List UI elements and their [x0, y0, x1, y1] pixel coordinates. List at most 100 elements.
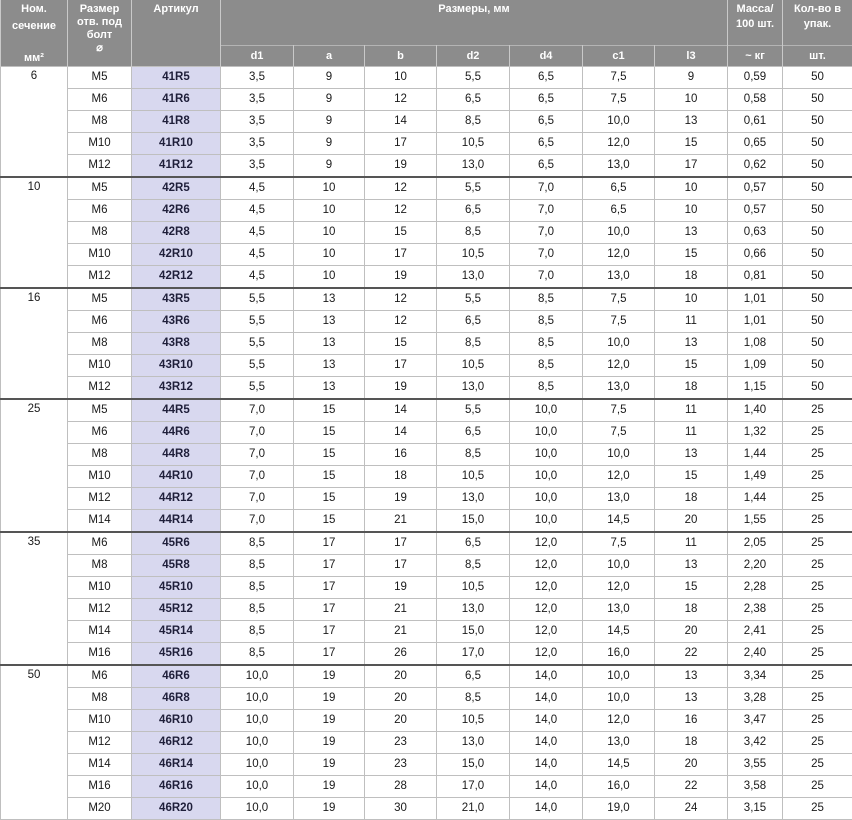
d2-cell: 15,0 [436, 753, 510, 776]
article-cell: 44R6 [131, 421, 221, 444]
bolt-size-cell: M10 [67, 709, 132, 732]
bolt-size-cell: M8 [67, 443, 132, 466]
bolt-size-cell: M12 [67, 265, 132, 289]
qty-cell: 50 [782, 310, 852, 333]
bolt-header-line2: отв. под [77, 16, 122, 28]
bolt-size-cell: M6 [67, 199, 132, 222]
d4-cell: 14,0 [509, 664, 583, 688]
article-cell: 43R8 [131, 332, 221, 355]
dim-col-a: a [293, 45, 365, 67]
l3-cell: 18 [654, 598, 728, 621]
mass-cell: 1,08 [727, 332, 783, 355]
article-cell: 46R10 [131, 709, 221, 732]
article-cell: 42R5 [131, 176, 221, 200]
l3-cell: 11 [654, 421, 728, 444]
d1-cell: 10,0 [220, 797, 294, 820]
section-header-line1: Ном. [21, 3, 47, 15]
d1-cell: 8,5 [220, 642, 294, 666]
d4-cell: 8,5 [509, 354, 583, 377]
article-cell: 43R12 [131, 376, 221, 400]
l3-cell: 20 [654, 509, 728, 533]
qty-cell: 50 [782, 287, 852, 311]
d4-cell: 8,5 [509, 332, 583, 355]
d1-cell: 5,5 [220, 287, 294, 311]
a-cell: 10 [293, 221, 365, 244]
mass-cell: 3,34 [727, 664, 783, 688]
qty-cell: 25 [782, 531, 852, 555]
bolt-size-cell: M8 [67, 687, 132, 710]
article-header: Артикул [131, 0, 221, 67]
d1-cell: 4,5 [220, 243, 294, 266]
dim-col-l3: l3 [654, 45, 728, 67]
b-cell: 19 [364, 154, 437, 178]
table-row: 25 M5 44R5 7,0 15 14 5,5 10,0 7,5 11 1,40 25 [0, 398, 852, 533]
mass-cell: 2,40 [727, 642, 783, 666]
bolt-size-cell: M14 [67, 620, 132, 643]
d4-cell: 14,0 [509, 797, 583, 820]
d2-cell: 10,5 [436, 354, 510, 377]
mass-cell: 0,62 [727, 154, 783, 178]
d4-cell: 10,0 [509, 443, 583, 466]
article-cell: 44R12 [131, 487, 221, 510]
d2-cell: 17,0 [436, 775, 510, 798]
mass-cell: 2,38 [727, 598, 783, 621]
b-cell: 21 [364, 509, 437, 533]
bolt-size-cell: M5 [67, 176, 132, 200]
d2-cell: 8,5 [436, 554, 510, 577]
article-cell: 46R12 [131, 731, 221, 754]
a-cell: 15 [293, 421, 365, 444]
d1-cell: 10,0 [220, 731, 294, 754]
c1-cell: 13,0 [582, 598, 655, 621]
qty-cell: 25 [782, 487, 852, 510]
l3-cell: 13 [654, 221, 728, 244]
bolt-size-cell: M10 [67, 243, 132, 266]
d1-cell: 8,5 [220, 554, 294, 577]
bolt-size-cell: M6 [67, 310, 132, 333]
d2-cell: 21,0 [436, 797, 510, 820]
c1-cell: 10,0 [582, 687, 655, 710]
table-row: M12 46R12 10,0 19 23 13,0 14,0 13,0 18 3,42 25 [1, 731, 852, 754]
bolt-size-cell: M12 [67, 731, 132, 754]
mass-cell: 0,59 [727, 66, 783, 89]
qty-cell: 25 [782, 775, 852, 798]
article-cell: 43R6 [131, 310, 221, 333]
d2-cell: 8,5 [436, 221, 510, 244]
table-row: M6 43R6 5,5 13 12 6,5 8,5 7,5 11 1,01 50 [1, 310, 852, 333]
c1-cell: 16,0 [582, 775, 655, 798]
article-cell: 45R16 [131, 642, 221, 666]
bolt-size-cell: M8 [67, 554, 132, 577]
mass-cell: 0,57 [727, 176, 783, 200]
mass-cell: 0,66 [727, 243, 783, 266]
bolt-header: Размер отв. под болт ⌀ [67, 0, 132, 67]
bolt-size-cell: M8 [67, 332, 132, 355]
d1-cell: 10,0 [220, 753, 294, 776]
qty-cell: 25 [782, 753, 852, 776]
qty-cell: 50 [782, 332, 852, 355]
b-cell: 17 [364, 243, 437, 266]
d1-cell: 5,5 [220, 310, 294, 333]
qty-cell: 50 [782, 154, 852, 178]
l3-cell: 10 [654, 88, 728, 111]
mass-cell: 1,32 [727, 421, 783, 444]
a-cell: 19 [293, 775, 365, 798]
qty-cell: 25 [782, 465, 852, 488]
d1-cell: 7,0 [220, 443, 294, 466]
b-cell: 12 [364, 88, 437, 111]
bolt-size-cell: M8 [67, 110, 132, 133]
c1-cell: 7,5 [582, 287, 655, 311]
d2-cell: 10,5 [436, 709, 510, 732]
table-row: 6 M5 41R5 3,5 9 10 5,5 6,5 7,5 9 0,59 50 [0, 66, 852, 178]
c1-cell: 10,0 [582, 554, 655, 577]
b-cell: 19 [364, 487, 437, 510]
article-cell: 45R6 [131, 531, 221, 555]
d1-cell: 7,0 [220, 487, 294, 510]
d1-cell: 3,5 [220, 110, 294, 133]
d2-cell: 10,5 [436, 576, 510, 599]
table-row: M14 44R14 7,0 15 21 15,0 10,0 14,5 20 1,55 25 [1, 509, 852, 533]
b-cell: 20 [364, 664, 437, 688]
b-cell: 12 [364, 287, 437, 311]
mass-header-line1: Масса/ [736, 3, 774, 15]
d2-cell: 5,5 [436, 287, 510, 311]
a-cell: 19 [293, 687, 365, 710]
article-cell: 46R8 [131, 687, 221, 710]
